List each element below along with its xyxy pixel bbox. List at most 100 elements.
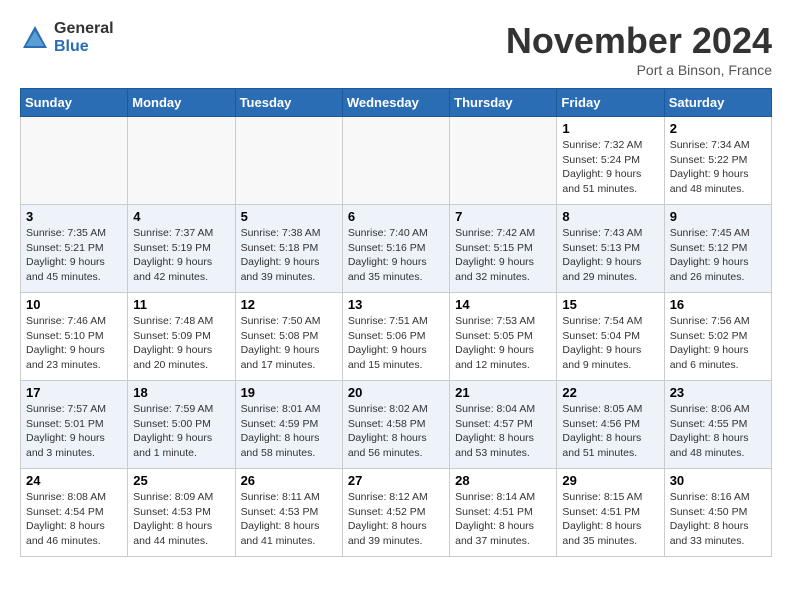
week-row-4: 17 Sunrise: 7:57 AMSunset: 5:01 PMDayligh… — [21, 381, 772, 469]
calendar-cell: 28Sunrise: 8:14 AMSunset: 4:51 PMDayligh… — [450, 469, 557, 557]
day-info: Sunrise: 8:06 AMSunset: 4:55 PMDaylight:… — [670, 402, 766, 461]
day-number: 4 — [133, 209, 229, 224]
day-number: 27 — [348, 473, 444, 488]
weekday-header-thursday: Thursday — [450, 89, 557, 117]
calendar-cell: 17 Sunrise: 7:57 AMSunset: 5:01 PMDayligh… — [21, 381, 128, 469]
calendar-cell: 29Sunrise: 8:15 AMSunset: 4:51 PMDayligh… — [557, 469, 664, 557]
day-number: 23 — [670, 385, 766, 400]
calendar-cell: 2 Sunrise: 7:34 AMSunset: 5:22 PMDaylight… — [664, 117, 771, 205]
calendar-cell: 10Sunrise: 7:46 AMSunset: 5:10 PMDayligh… — [21, 293, 128, 381]
day-number: 25 — [133, 473, 229, 488]
day-info: Sunrise: 8:02 AMSunset: 4:58 PMDaylight:… — [348, 402, 444, 461]
day-info: Sunrise: 7:50 AMSunset: 5:08 PMDaylight:… — [241, 314, 337, 373]
day-number: 1 — [562, 121, 658, 136]
logo-general-text: General — [54, 20, 114, 38]
day-info: Sunrise: 7:53 AMSunset: 5:05 PMDaylight:… — [455, 314, 551, 373]
calendar-cell: 6 Sunrise: 7:40 AMSunset: 5:16 PMDaylight… — [342, 205, 449, 293]
day-info: Sunrise: 7:34 AMSunset: 5:22 PMDaylight:… — [670, 138, 766, 197]
calendar-cell: 11 Sunrise: 7:48 AMSunset: 5:09 PMDayligh… — [128, 293, 235, 381]
day-info: Sunrise: 8:08 AMSunset: 4:54 PMDaylight:… — [26, 490, 122, 549]
logo-icon — [20, 23, 50, 53]
calendar-cell: 4 Sunrise: 7:37 AMSunset: 5:19 PMDaylight… — [128, 205, 235, 293]
day-number: 20 — [348, 385, 444, 400]
day-info: Sunrise: 7:38 AMSunset: 5:18 PMDaylight:… — [241, 226, 337, 285]
day-number: 13 — [348, 297, 444, 312]
day-info: Sunrise: 7:42 AMSunset: 5:15 PMDaylight:… — [455, 226, 551, 285]
day-info: Sunrise: 8:12 AMSunset: 4:52 PMDaylight:… — [348, 490, 444, 549]
day-info: Sunrise: 7:37 AMSunset: 5:19 PMDaylight:… — [133, 226, 229, 285]
calendar-cell: 8Sunrise: 7:43 AMSunset: 5:13 PMDaylight… — [557, 205, 664, 293]
calendar-cell — [235, 117, 342, 205]
calendar-cell: 26 Sunrise: 8:11 AMSunset: 4:53 PMDayligh… — [235, 469, 342, 557]
day-number: 3 — [26, 209, 122, 224]
logo-blue-text: Blue — [54, 38, 114, 56]
day-info: Sunrise: 7:56 AMSunset: 5:02 PMDaylight:… — [670, 314, 766, 373]
day-info: Sunrise: 7:35 AMSunset: 5:21 PMDaylight:… — [26, 226, 122, 285]
day-number: 17 — [26, 385, 122, 400]
day-number: 5 — [241, 209, 337, 224]
logo-text: General Blue — [54, 20, 114, 55]
day-info: Sunrise: 7:54 AMSunset: 5:04 PMDaylight:… — [562, 314, 658, 373]
day-number: 21 — [455, 385, 551, 400]
calendar-table: SundayMondayTuesdayWednesdayThursdayFrid… — [20, 88, 772, 557]
day-number: 15 — [562, 297, 658, 312]
location-text: Port a Binson, France — [506, 62, 772, 78]
calendar-cell: 5 Sunrise: 7:38 AMSunset: 5:18 PMDaylight… — [235, 205, 342, 293]
calendar-cell: 23 Sunrise: 8:06 AMSunset: 4:55 PMDayligh… — [664, 381, 771, 469]
day-number: 9 — [670, 209, 766, 224]
day-number: 7 — [455, 209, 551, 224]
calendar-cell: 16 Sunrise: 7:56 AMSunset: 5:02 PMDayligh… — [664, 293, 771, 381]
calendar-cell: 12 Sunrise: 7:50 AMSunset: 5:08 PMDayligh… — [235, 293, 342, 381]
day-info: Sunrise: 8:15 AMSunset: 4:51 PMDaylight:… — [562, 490, 658, 549]
calendar-cell — [128, 117, 235, 205]
week-row-5: 24Sunrise: 8:08 AMSunset: 4:54 PMDayligh… — [21, 469, 772, 557]
day-number: 11 — [133, 297, 229, 312]
day-info: Sunrise: 8:01 AMSunset: 4:59 PMDaylight:… — [241, 402, 337, 461]
day-info: Sunrise: 8:11 AMSunset: 4:53 PMDaylight:… — [241, 490, 337, 549]
calendar-cell: 18 Sunrise: 7:59 AMSunset: 5:00 PMDayligh… — [128, 381, 235, 469]
calendar-cell: 20 Sunrise: 8:02 AMSunset: 4:58 PMDayligh… — [342, 381, 449, 469]
day-number: 19 — [241, 385, 337, 400]
logo: General Blue — [20, 20, 114, 55]
day-info: Sunrise: 7:51 AMSunset: 5:06 PMDaylight:… — [348, 314, 444, 373]
calendar-cell: 30Sunrise: 8:16 AMSunset: 4:50 PMDayligh… — [664, 469, 771, 557]
week-row-3: 10Sunrise: 7:46 AMSunset: 5:10 PMDayligh… — [21, 293, 772, 381]
calendar-cell — [21, 117, 128, 205]
weekday-header-monday: Monday — [128, 89, 235, 117]
calendar-cell: 9 Sunrise: 7:45 AMSunset: 5:12 PMDaylight… — [664, 205, 771, 293]
calendar-cell: 13 Sunrise: 7:51 AMSunset: 5:06 PMDayligh… — [342, 293, 449, 381]
calendar-cell: 7 Sunrise: 7:42 AMSunset: 5:15 PMDaylight… — [450, 205, 557, 293]
month-title: November 2024 — [506, 20, 772, 62]
day-info: Sunrise: 7:59 AMSunset: 5:00 PMDaylight:… — [133, 402, 229, 461]
day-info: Sunrise: 8:09 AMSunset: 4:53 PMDaylight:… — [133, 490, 229, 549]
weekday-header-saturday: Saturday — [664, 89, 771, 117]
day-number: 12 — [241, 297, 337, 312]
day-info: Sunrise: 7:48 AMSunset: 5:09 PMDaylight:… — [133, 314, 229, 373]
calendar-cell: 27 Sunrise: 8:12 AMSunset: 4:52 PMDayligh… — [342, 469, 449, 557]
calendar-cell — [342, 117, 449, 205]
day-number: 6 — [348, 209, 444, 224]
weekday-header-sunday: Sunday — [21, 89, 128, 117]
day-number: 18 — [133, 385, 229, 400]
day-info: Sunrise: 7:43 AMSunset: 5:13 PMDaylight:… — [562, 226, 658, 285]
day-info: Sunrise: 7:32 AMSunset: 5:24 PMDaylight:… — [562, 138, 658, 197]
day-info: Sunrise: 7:40 AMSunset: 5:16 PMDaylight:… — [348, 226, 444, 285]
calendar-cell: 22Sunrise: 8:05 AMSunset: 4:56 PMDayligh… — [557, 381, 664, 469]
day-info: Sunrise: 8:14 AMSunset: 4:51 PMDaylight:… — [455, 490, 551, 549]
day-info: Sunrise: 7:46 AMSunset: 5:10 PMDaylight:… — [26, 314, 122, 373]
day-number: 26 — [241, 473, 337, 488]
weekday-header-tuesday: Tuesday — [235, 89, 342, 117]
day-number: 30 — [670, 473, 766, 488]
calendar-cell: 14 Sunrise: 7:53 AMSunset: 5:05 PMDayligh… — [450, 293, 557, 381]
weekday-header-wednesday: Wednesday — [342, 89, 449, 117]
day-info: Sunrise: 7:45 AMSunset: 5:12 PMDaylight:… — [670, 226, 766, 285]
calendar-cell: 1 Sunrise: 7:32 AMSunset: 5:24 PMDaylight… — [557, 117, 664, 205]
day-info: Sunrise: 7:57 AMSunset: 5:01 PMDaylight:… — [26, 402, 122, 461]
weekday-header-row: SundayMondayTuesdayWednesdayThursdayFrid… — [21, 89, 772, 117]
day-number: 14 — [455, 297, 551, 312]
day-number: 16 — [670, 297, 766, 312]
week-row-1: 1 Sunrise: 7:32 AMSunset: 5:24 PMDaylight… — [21, 117, 772, 205]
day-info: Sunrise: 8:04 AMSunset: 4:57 PMDaylight:… — [455, 402, 551, 461]
day-number: 2 — [670, 121, 766, 136]
calendar-cell: 15 Sunrise: 7:54 AMSunset: 5:04 PMDayligh… — [557, 293, 664, 381]
